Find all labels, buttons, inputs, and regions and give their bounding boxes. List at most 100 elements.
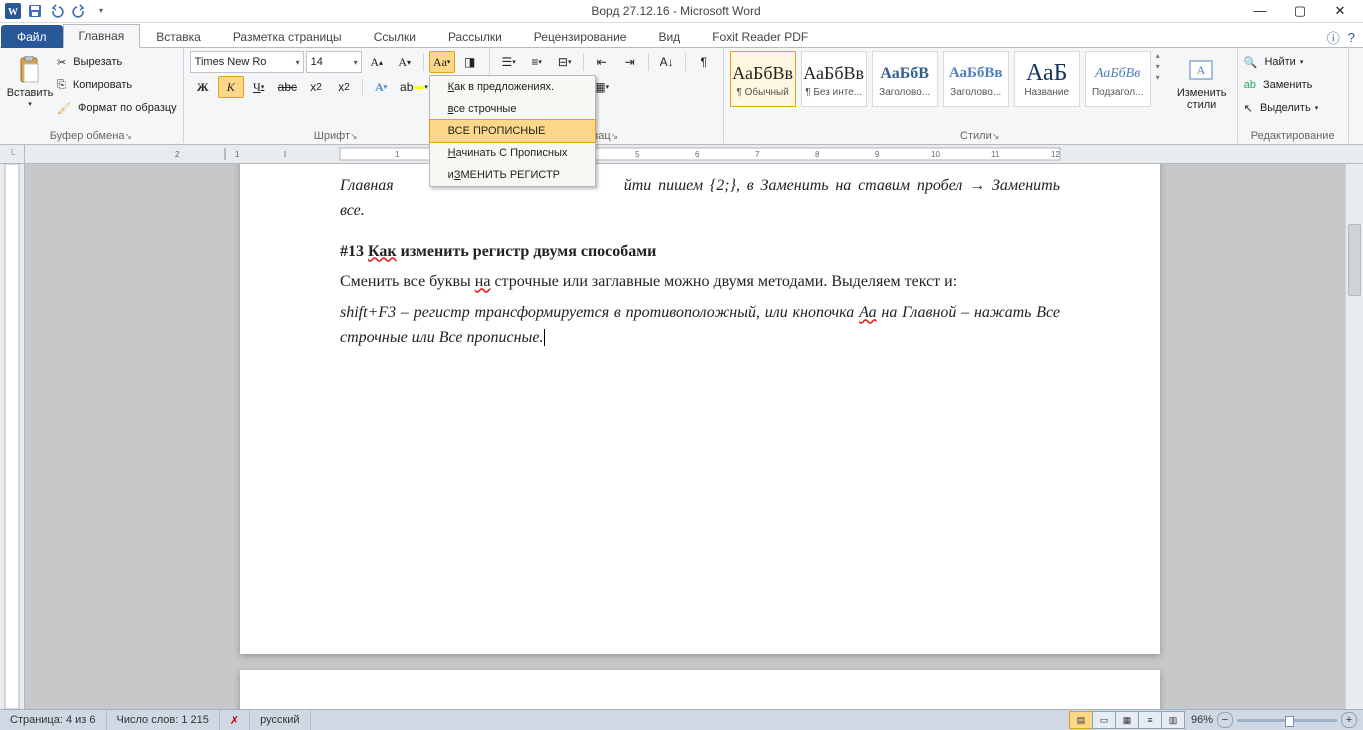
tab-foxit[interactable]: Foxit Reader PDF bbox=[696, 25, 824, 48]
document-canvas[interactable]: Главнаяйти пишем {2;}, в Заменить на ста… bbox=[25, 164, 1363, 709]
case-capitalize-item[interactable]: Начинать С Прописных bbox=[430, 142, 595, 164]
font-name-select[interactable]: Times New Ro bbox=[190, 51, 304, 73]
show-hide-button[interactable]: ¶ bbox=[691, 51, 717, 73]
outdent-button[interactable]: ⇤ bbox=[589, 51, 615, 73]
tab-insert[interactable]: Вставка bbox=[140, 25, 217, 48]
zoom-in-button[interactable]: + bbox=[1341, 712, 1357, 728]
close-button[interactable]: ✕ bbox=[1321, 1, 1359, 21]
view-draft[interactable]: ▥ bbox=[1161, 711, 1185, 729]
case-upper-item[interactable]: ВСЕ ПРОПИСНЫЕ bbox=[429, 119, 596, 143]
replace-button[interactable]: ab Заменить bbox=[1244, 74, 1342, 96]
style-normal[interactable]: АаБбВв¶ Обычный bbox=[730, 51, 796, 107]
styles-more-icon[interactable]: ▾ bbox=[1156, 73, 1170, 82]
zoom-level[interactable]: 96% bbox=[1191, 714, 1213, 726]
replace-icon: ab bbox=[1244, 79, 1256, 91]
shrink-font-button[interactable]: A▾ bbox=[392, 51, 418, 73]
style-title[interactable]: АаБНазвание bbox=[1014, 51, 1080, 107]
vertical-scrollbar[interactable] bbox=[1345, 164, 1363, 709]
superscript-button[interactable]: x2 bbox=[331, 76, 357, 98]
format-painter-button[interactable]: 🖌 Формат по образцу bbox=[57, 97, 177, 119]
style-heading1[interactable]: АаБбВЗаголово... bbox=[872, 51, 938, 107]
clear-formatting-button[interactable]: ◨ bbox=[457, 51, 483, 73]
change-styles-button[interactable]: A Изменить стили bbox=[1173, 51, 1231, 128]
font-launcher-icon[interactable]: ↘ bbox=[350, 131, 358, 141]
eraser-icon: ◨ bbox=[464, 55, 475, 69]
case-sentence-item[interactable]: Как в предложениях. bbox=[430, 76, 595, 98]
minimize-button[interactable]: — bbox=[1241, 1, 1279, 21]
view-full-screen[interactable]: ▭ bbox=[1092, 711, 1116, 729]
multilevel-button[interactable]: ⊟▾ bbox=[552, 51, 578, 73]
horizontal-ruler[interactable]: └ 21 123 456 789 101112 bbox=[0, 145, 1363, 164]
svg-text:W: W bbox=[8, 7, 18, 18]
numbering-button[interactable]: ≡▾ bbox=[524, 51, 550, 73]
status-proofing[interactable]: ✗ bbox=[220, 710, 250, 730]
styles-row-down-icon[interactable]: ▾ bbox=[1156, 62, 1170, 71]
bullets-button[interactable]: ☰▾ bbox=[496, 51, 522, 73]
page-content-next[interactable]: Особенно полезно это знать, когда не зам… bbox=[240, 670, 1160, 709]
font-size-select[interactable]: 14 bbox=[306, 51, 362, 73]
binoculars-icon: 🔍 bbox=[1244, 56, 1258, 69]
clipboard-launcher-icon[interactable]: ↘ bbox=[124, 131, 132, 141]
styles-launcher-icon[interactable]: ↘ bbox=[992, 131, 1000, 141]
zoom-out-button[interactable]: − bbox=[1217, 712, 1233, 728]
bold-button[interactable]: Ж bbox=[190, 76, 216, 98]
svg-text:1: 1 bbox=[235, 150, 240, 159]
status-page[interactable]: Страница: 4 из 6 bbox=[0, 710, 107, 730]
view-outline[interactable]: ≡ bbox=[1138, 711, 1162, 729]
page-content[interactable]: Главнаяйти пишем {2;}, в Заменить на ста… bbox=[240, 164, 1160, 654]
zoom-slider[interactable] bbox=[1237, 719, 1337, 722]
italic-button[interactable]: К bbox=[218, 76, 244, 98]
paragraph-launcher-icon[interactable]: ↘ bbox=[611, 131, 619, 141]
ribbon-minimize-icon[interactable]: ⓘ bbox=[1327, 28, 1340, 47]
status-language[interactable]: русский bbox=[250, 710, 310, 730]
text-effects-button[interactable]: A▾ bbox=[368, 76, 394, 98]
copy-button[interactable]: ⎘ Копировать bbox=[57, 74, 177, 96]
scrollbar-thumb[interactable] bbox=[1348, 224, 1361, 296]
case-lower-item[interactable]: все строчные bbox=[430, 98, 595, 120]
styles-row-up-icon[interactable]: ▴ bbox=[1156, 51, 1170, 60]
svg-text:7: 7 bbox=[755, 150, 760, 159]
grow-font-button[interactable]: A▴ bbox=[364, 51, 390, 73]
underline-button[interactable]: Ч▾ bbox=[246, 76, 272, 98]
redo-icon[interactable] bbox=[69, 2, 89, 20]
tab-home[interactable]: Главная bbox=[63, 24, 141, 48]
svg-text:12: 12 bbox=[1051, 150, 1060, 159]
tab-view[interactable]: Вид bbox=[642, 25, 696, 48]
sort-button[interactable]: A↓ bbox=[654, 51, 680, 73]
strike-button[interactable]: abc bbox=[274, 76, 301, 98]
zoom-control: 96% − + bbox=[1185, 712, 1363, 728]
maximize-button[interactable]: ▢ bbox=[1281, 1, 1319, 21]
tab-references[interactable]: Ссылки bbox=[358, 25, 432, 48]
paste-button[interactable]: Вставить ▾ bbox=[6, 51, 54, 128]
save-icon[interactable] bbox=[25, 2, 45, 20]
style-no-spacing[interactable]: АаБбВв¶ Без инте... bbox=[801, 51, 867, 107]
subscript-button[interactable]: x2 bbox=[303, 76, 329, 98]
word-icon[interactable]: W bbox=[3, 2, 23, 20]
style-heading2[interactable]: АаБбВвЗаголово... bbox=[943, 51, 1009, 107]
indent-button[interactable]: ⇥ bbox=[617, 51, 643, 73]
tab-page-layout[interactable]: Разметка страницы bbox=[217, 25, 358, 48]
window-controls: — ▢ ✕ bbox=[1241, 1, 1363, 21]
select-button[interactable]: ↖ Выделить▾ bbox=[1244, 97, 1342, 119]
copy-icon: ⎘ bbox=[57, 79, 66, 92]
help-icon[interactable]: ? bbox=[1348, 30, 1355, 45]
change-case-button[interactable]: Aa▾ bbox=[429, 51, 455, 73]
vertical-ruler[interactable] bbox=[0, 164, 25, 709]
view-print-layout[interactable]: ▤ bbox=[1069, 711, 1093, 729]
ribbon-tabs: Файл Главная Вставка Разметка страницы С… bbox=[0, 23, 1363, 48]
tab-review[interactable]: Рецензирование bbox=[518, 25, 643, 48]
view-web[interactable]: ▦ bbox=[1115, 711, 1139, 729]
case-toggle-item[interactable]: иЗМЕНИТЬ РЕГИСТР bbox=[430, 164, 595, 186]
highlight-button[interactable]: ab▾ bbox=[396, 76, 432, 98]
status-word-count[interactable]: Число слов: 1 215 bbox=[107, 710, 220, 730]
undo-icon[interactable] bbox=[47, 2, 67, 20]
qat-customize-icon[interactable]: ▾ bbox=[91, 2, 111, 20]
svg-text:A: A bbox=[1196, 63, 1205, 77]
tab-mailings[interactable]: Рассылки bbox=[432, 25, 518, 48]
cut-button[interactable]: ✂ Вырезать bbox=[57, 51, 177, 73]
tab-selector[interactable]: └ bbox=[0, 145, 25, 163]
find-button[interactable]: 🔍 Найти▾ bbox=[1244, 51, 1342, 73]
style-subtitle[interactable]: АаБбВвПодзагол... bbox=[1085, 51, 1151, 107]
tab-file[interactable]: Файл bbox=[1, 25, 63, 48]
brush-icon: 🖌 bbox=[57, 102, 71, 115]
